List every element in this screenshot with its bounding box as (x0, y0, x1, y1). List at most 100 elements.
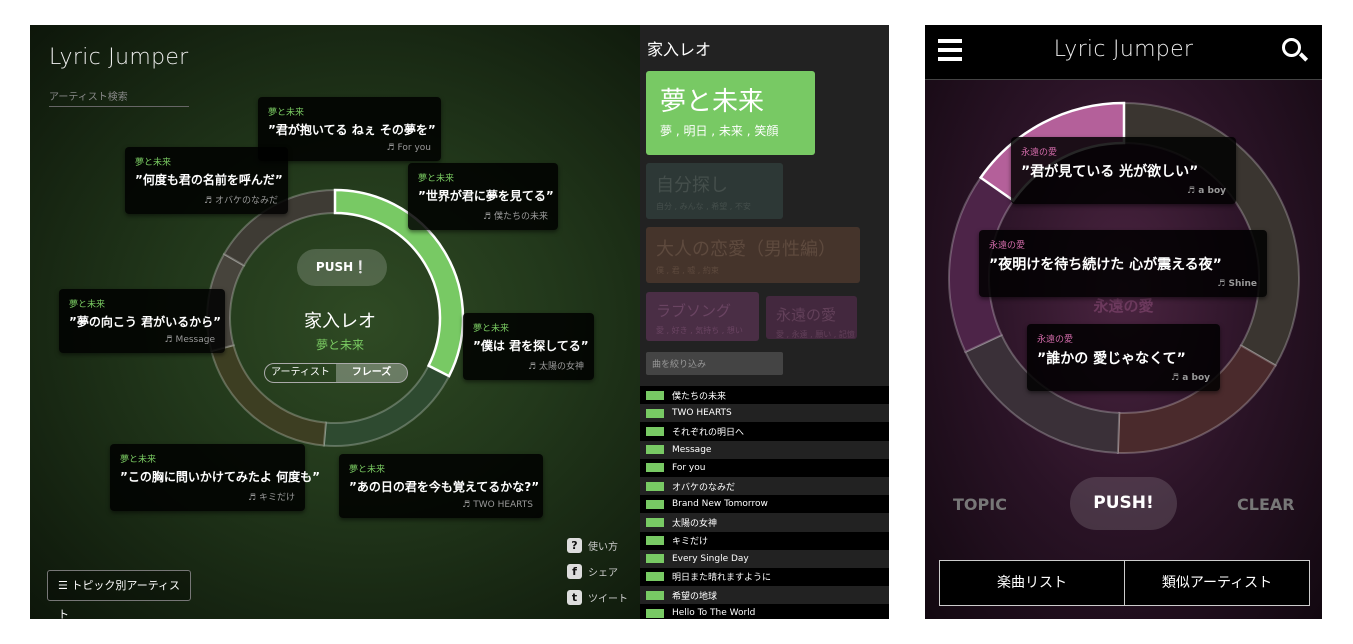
bubble-topic: 夢と未来 (135, 158, 172, 168)
lyric-bubble[interactable]: 永遠の愛 ”誰かの 愛じゃなくて” ♬ a boy (1027, 324, 1220, 391)
mobile-push-button[interactable]: PUSH! (1070, 477, 1177, 530)
bubble-phrase: ”夜明けを待ち続けた 心が震える夜” (989, 257, 1222, 273)
mobile-center-topic: 永遠の愛 (1093, 297, 1154, 315)
list-icon: ☰ (58, 579, 72, 592)
song-item[interactable]: Message (640, 440, 889, 459)
lyric-bubble[interactable]: 夢と未来 ”僕は 君を探してる” ♬ 太陽の女神 (463, 313, 594, 380)
mode-toggle: アーティスト フレーズ (264, 363, 408, 383)
tweet-label: ツイート (588, 594, 628, 605)
topic-color-swatch (646, 572, 664, 582)
bubble-topic: 夢と未来 (418, 174, 455, 184)
topic-color-swatch (646, 408, 664, 418)
song-item[interactable]: それぞれの明日へ (640, 422, 889, 441)
bubble-song: ♬ 僕たちの未来 (483, 212, 548, 222)
song-title: Message (672, 444, 712, 455)
song-item[interactable]: オバケのなみだ (640, 476, 889, 496)
bubble-phrase: ”君が抱いてる ねぇ その夢を” (268, 123, 436, 137)
song-title: 僕たちの未来 (672, 391, 727, 402)
bubble-topic: 夢と未来 (349, 465, 386, 475)
bubble-topic: 夢と未来 (268, 108, 305, 118)
sidebar-artist: 家入レオ (647, 40, 712, 59)
bubble-song: ♬ Message (164, 335, 215, 345)
song-title: TWO HEARTS (672, 408, 732, 419)
push-button[interactable]: PUSH❕ (297, 249, 387, 286)
song-item[interactable]: 太陽の女神 (640, 513, 889, 532)
tweet-link[interactable]: t ツイート (567, 590, 628, 605)
song-item[interactable]: 明日また晴れますように (640, 567, 889, 587)
song-title: それぞれの明日へ (672, 427, 745, 438)
bubble-topic: 夢と未来 (120, 455, 157, 465)
song-item[interactable]: 希望の地球 (640, 586, 889, 605)
mobile-logo: Lyric Jumper (1053, 37, 1194, 62)
topic-card[interactable]: 大人の恋愛（男性編） 僕 , 君 , 嘘 , 約束 (646, 227, 860, 283)
bubble-phrase: ”あの日の君を今も覚えてるかな?” (349, 480, 540, 494)
topic-card[interactable]: 永遠の愛愛 , 永遠 , 願い , 記憶 (766, 296, 857, 339)
song-item[interactable]: TWO HEARTS (640, 404, 889, 423)
toggle-phrase[interactable]: フレーズ (336, 364, 407, 382)
search-icon[interactable] (1282, 38, 1309, 62)
mobile-view: 永遠の愛 Lyric Jumper 永遠の愛 ”君が見ている 光が欲しい” ♬ a … (925, 25, 1322, 619)
lyric-bubble[interactable]: 夢と未来 ”世界が君に夢を見てる” ♬ 僕たちの未来 (408, 163, 558, 230)
topic-button[interactable]: TOPIC (953, 495, 1007, 514)
lyric-bubble[interactable]: 夢と未来 ”何度も君の名前を呼んだ” ♬ オバケのなみだ (125, 147, 288, 214)
song-item[interactable]: For you (640, 458, 889, 477)
bubble-song: ♬ a boy (1187, 186, 1226, 196)
song-title: 明日また晴れますように (672, 573, 772, 584)
topic-name: 夢と未来 (660, 87, 765, 117)
share-link[interactable]: f シェア (567, 564, 618, 579)
topic-card[interactable]: 夢と未来夢 , 明日 , 未来 , 笑顔 (646, 71, 815, 155)
topic-keywords: 自分 , みんな , 希望 , 不安 (656, 202, 751, 211)
logo: Lyric Jumper (49, 45, 189, 70)
bubble-song: ♬ a boy (1171, 373, 1210, 383)
mobile-bottom-buttons: 楽曲リスト 類似アーティスト (939, 560, 1310, 606)
song-title: 太陽の女神 (672, 518, 718, 529)
bubble-phrase: ”夢の向こう 君がいるから” (69, 315, 221, 329)
song-item[interactable]: Every Single Day (640, 549, 889, 568)
toggle-artist[interactable]: アーティスト (265, 364, 336, 382)
topic-color-swatch (646, 463, 664, 473)
topic-color-swatch (646, 590, 664, 600)
question-icon: ? (567, 538, 582, 553)
topic-color-swatch (646, 426, 664, 436)
topic-color-swatch (646, 517, 664, 527)
help-link[interactable]: ? 使い方 (567, 538, 618, 553)
topic-color-swatch (646, 481, 664, 491)
current-topic: 夢と未来 (315, 338, 364, 352)
topic-name: 自分探し (656, 175, 728, 196)
song-item[interactable]: 僕たちの未来 (640, 386, 889, 405)
artist-search-input[interactable]: アーティスト検索 (49, 85, 189, 107)
song-title: Hello To The World (672, 608, 756, 619)
twitter-icon: t (567, 590, 582, 605)
song-item[interactable]: キミだけ (640, 531, 889, 550)
share-label: シェア (588, 568, 618, 579)
lyric-bubble[interactable]: 夢と未来 ”あの日の君を今も覚えてるかな?” ♬ TWO HEARTS (339, 454, 543, 518)
topic-keywords: 愛 , 永遠 , 願い , 記憶 (776, 330, 855, 339)
bubble-phrase: ”何度も君の名前を呼んだ” (135, 173, 283, 187)
lyric-bubble[interactable]: 夢と未来 ”夢の向こう 君がいるから” ♬ Message (59, 289, 225, 353)
topic-card[interactable]: ラブソング愛 , 好き , 気持ち , 想い (646, 292, 759, 341)
song-title: For you (672, 462, 706, 473)
similar-artists-button[interactable]: 類似アーティスト (1124, 561, 1309, 605)
song-filter-input[interactable]: 曲を絞り込み (646, 352, 783, 375)
topic-name: 大人の恋愛（男性編） (656, 239, 836, 260)
lyric-bubble[interactable]: 永遠の愛 ”夜明けを待ち続けた 心が震える夜” ♬ Shine (979, 230, 1267, 297)
bubble-topic: 永遠の愛 (989, 241, 1026, 251)
topic-color-swatch (646, 608, 664, 618)
song-list: 僕たちの未来 TWO HEARTS それぞれの明日へ Message For you オバ… (640, 386, 889, 619)
bubble-topic: 夢と未来 (473, 324, 510, 334)
song-item[interactable]: Hello To The World (640, 604, 889, 619)
bubble-song: ♬ For you (386, 143, 431, 153)
bubble-topic: 永遠の愛 (1037, 335, 1074, 345)
song-title: 希望の地球 (672, 591, 718, 602)
topic-card[interactable]: 自分探し自分 , みんな , 希望 , 不安 (646, 163, 783, 219)
lyric-bubble[interactable]: 永遠の愛 ”君が見ている 光が欲しい” ♬ a boy (1011, 137, 1236, 204)
song-item[interactable]: Brand New Tomorrow (640, 495, 889, 514)
lyric-bubble[interactable]: 夢と未来 ”この胸に問いかけてみたよ 何度も” ♬ キミだけ (110, 444, 320, 511)
topic-artists-button[interactable]: ☰ トピック別アーティスト (47, 570, 191, 619)
song-list-button[interactable]: 楽曲リスト (940, 561, 1124, 605)
bubble-song: ♬ 太陽の女神 (528, 362, 584, 372)
topic-name: 永遠の愛 (776, 306, 837, 324)
clear-button[interactable]: CLEAR (1237, 495, 1295, 514)
ring-segment[interactable] (210, 343, 327, 447)
bubble-phrase: ”誰かの 愛じゃなくて” (1037, 351, 1186, 367)
